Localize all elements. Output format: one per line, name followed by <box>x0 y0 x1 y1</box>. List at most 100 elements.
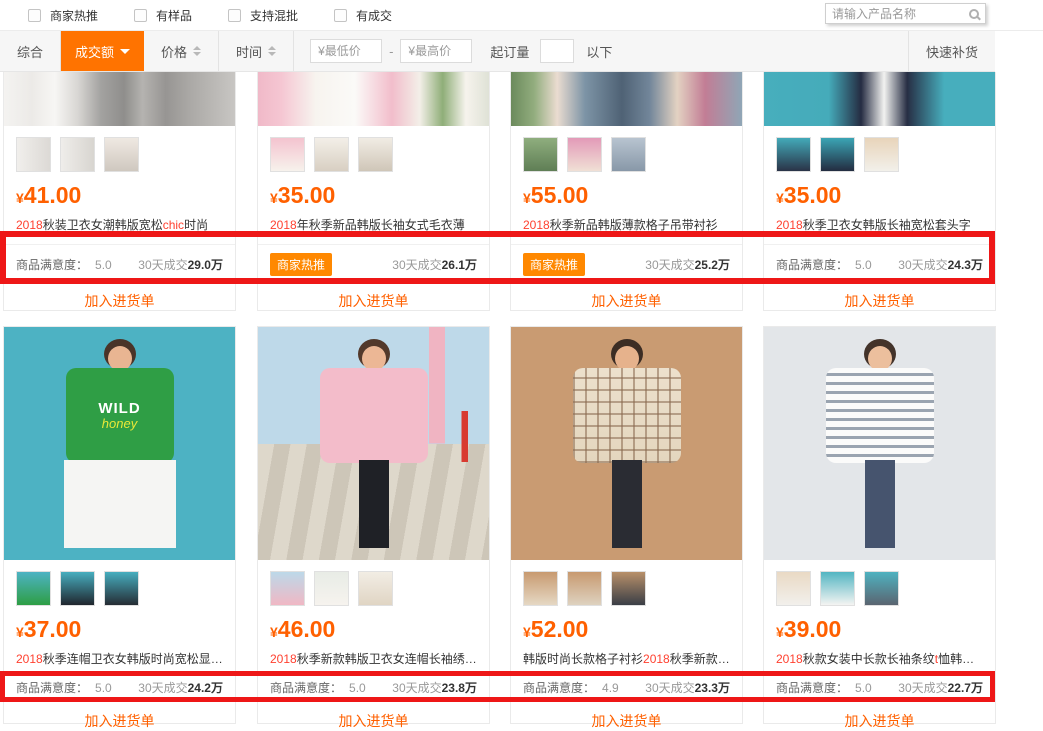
product-card[interactable]: ¥46.00 2018秋季新款韩版卫衣女连帽长袖绣… 商品满意度：5.0 30天… <box>257 326 490 724</box>
product-price: ¥52.00 <box>523 618 730 641</box>
thumbnail[interactable] <box>270 137 305 172</box>
checkbox-label[interactable]: 支持混批 <box>250 7 298 24</box>
product-search-box[interactable] <box>825 3 986 24</box>
product-title[interactable]: 2018秋款女装中长款长袖条纹t恤韩… <box>776 650 983 666</box>
quick-restock-button[interactable]: 快速补货 <box>908 31 995 71</box>
product-stats-row: 商品满意度：4.9 30天成交23.3万 <box>511 673 742 700</box>
thumbnail[interactable] <box>523 137 558 172</box>
product-title[interactable]: 2018秋季新品韩版薄款格子吊带衬衫 <box>523 216 730 232</box>
product-card[interactable]: ¥41.00 2018秋装卫衣女潮韩版宽松chic时尚 商品满意度：5.0 30… <box>3 72 236 311</box>
checkbox-icon[interactable] <box>334 9 347 22</box>
product-card[interactable]: WILDhoney ¥37.00 2018秋季连帽卫衣女韩版时尚宽松显… 商品满… <box>3 326 236 724</box>
volume-value: 25.2 <box>695 258 718 272</box>
checkbox-has-sample[interactable]: 有样品 <box>134 7 192 24</box>
thumbnail[interactable] <box>60 571 95 606</box>
product-image[interactable] <box>4 72 235 126</box>
product-title[interactable]: 2018秋装卫衣女潮韩版宽松chic时尚 <box>16 216 223 232</box>
product-image[interactable] <box>258 72 489 126</box>
thumbnail[interactable] <box>567 137 602 172</box>
add-to-cart-button[interactable]: 加入进货单 <box>511 291 742 311</box>
product-price: ¥35.00 <box>776 184 983 207</box>
currency-symbol: ¥ <box>16 190 24 206</box>
add-to-cart-button[interactable]: 加入进货单 <box>764 291 995 311</box>
thumbnail[interactable] <box>104 137 139 172</box>
thumbnail[interactable] <box>104 571 139 606</box>
volume-label: 30天成交 <box>138 681 187 695</box>
thumbnail[interactable] <box>60 137 95 172</box>
product-card[interactable]: ¥55.00 2018秋季新品韩版薄款格子吊带衬衫 商家热推 商品满意度： 30… <box>510 72 743 311</box>
sort-arrows-icon <box>193 42 201 60</box>
product-image[interactable]: WILDhoney <box>4 327 235 560</box>
product-card[interactable]: ¥52.00 韩版时尚长款格子衬衫2018秋季新款… 商品满意度：4.9 30天… <box>510 326 743 724</box>
add-to-cart-button[interactable]: 加入进货单 <box>4 291 235 311</box>
thumbnail[interactable] <box>314 571 349 606</box>
product-image[interactable] <box>764 327 995 560</box>
thumbnail[interactable] <box>358 137 393 172</box>
thumbnail[interactable] <box>16 137 51 172</box>
sort-comprehensive[interactable]: 综合 <box>0 31 61 71</box>
sort-volume-active-tab[interactable]: 成交额 <box>61 31 144 71</box>
thumbnail[interactable] <box>820 571 855 606</box>
checkbox-has-deals[interactable]: 有成交 <box>334 7 392 24</box>
thumbnail-strip <box>776 137 995 172</box>
thumbnail[interactable] <box>776 571 811 606</box>
currency-symbol: ¥ <box>776 190 784 206</box>
add-to-cart-button[interactable]: 加入进货单 <box>764 711 995 731</box>
checkbox-label[interactable]: 有样品 <box>156 7 192 24</box>
checkbox-icon[interactable] <box>134 9 147 22</box>
sort-time[interactable]: 时间 <box>219 31 294 71</box>
thumbnail[interactable] <box>864 571 899 606</box>
checkbox-label[interactable]: 有成交 <box>356 7 392 24</box>
min-price-input[interactable] <box>310 39 382 63</box>
checkbox-icon[interactable] <box>28 9 41 22</box>
product-image[interactable] <box>511 327 742 560</box>
thumbnail[interactable] <box>611 571 646 606</box>
price-value: 46.00 <box>278 616 336 642</box>
add-to-cart-button[interactable]: 加入进货单 <box>4 711 235 731</box>
thumbnail[interactable] <box>270 571 305 606</box>
product-title[interactable]: 2018秋季连帽卫衣女韩版时尚宽松显… <box>16 650 223 666</box>
product-card[interactable]: ¥35.00 2018秋季卫衣女韩版长袖宽松套头字 商品满意度：5.0 30天成… <box>763 72 996 311</box>
product-image[interactable] <box>511 72 742 126</box>
thumbnail[interactable] <box>820 137 855 172</box>
checkbox-icon[interactable] <box>228 9 241 22</box>
price-value: 35.00 <box>278 182 336 208</box>
volume-unit: 万 <box>211 258 223 272</box>
thumbnail[interactable] <box>567 571 602 606</box>
satisfaction-value: 5.0 <box>855 681 872 695</box>
thumbnail[interactable] <box>523 571 558 606</box>
checkbox-mixed-batch[interactable]: 支持混批 <box>228 7 298 24</box>
product-title[interactable]: 2018秋季新款韩版卫衣女连帽长袖绣… <box>270 650 477 666</box>
thumbnail-strip <box>523 137 742 172</box>
search-icon[interactable] <box>969 9 979 19</box>
top-filter-bar: 商家热推 有样品 支持混批 有成交 <box>0 0 1043 31</box>
product-card[interactable]: ¥39.00 2018秋款女装中长款长袖条纹t恤韩… 商品满意度：5.0 30天… <box>763 326 996 724</box>
thumbnail[interactable] <box>16 571 51 606</box>
add-to-cart-button[interactable]: 加入进货单 <box>511 711 742 731</box>
add-to-cart-button[interactable]: 加入进货单 <box>258 711 489 731</box>
checkbox-label[interactable]: 商家热推 <box>50 7 98 24</box>
product-title[interactable]: 2018年秋季新品韩版长袖女式毛衣薄 <box>270 216 477 232</box>
sort-price[interactable]: 价格 <box>144 31 219 71</box>
volume-unit: 万 <box>211 681 223 695</box>
thumbnail[interactable] <box>864 137 899 172</box>
thumbnail[interactable] <box>776 137 811 172</box>
product-title[interactable]: 2018秋季卫衣女韩版长袖宽松套头字 <box>776 216 983 232</box>
thumbnail[interactable] <box>358 571 393 606</box>
search-input[interactable] <box>832 7 969 21</box>
volume-label: 30天成交 <box>392 258 441 272</box>
volume-unit: 万 <box>718 258 730 272</box>
checkbox-merchant-hot[interactable]: 商家热推 <box>28 7 98 24</box>
max-price-input[interactable] <box>400 39 472 63</box>
product-title[interactable]: 韩版时尚长款格子衬衫2018秋季新款… <box>523 650 730 666</box>
thumbnail[interactable] <box>314 137 349 172</box>
price-value: 55.00 <box>531 182 589 208</box>
product-image[interactable] <box>258 327 489 560</box>
volume-value: 24.3 <box>948 258 971 272</box>
min-order-input[interactable] <box>540 39 574 63</box>
product-image[interactable] <box>764 72 995 126</box>
thumbnail[interactable] <box>611 137 646 172</box>
product-stats-row: 商品满意度：5.0 30天成交24.2万 <box>4 673 235 700</box>
product-card[interactable]: ¥35.00 2018年秋季新品韩版长袖女式毛衣薄 商家热推 商品满意度： 30… <box>257 72 490 311</box>
add-to-cart-button[interactable]: 加入进货单 <box>258 291 489 311</box>
